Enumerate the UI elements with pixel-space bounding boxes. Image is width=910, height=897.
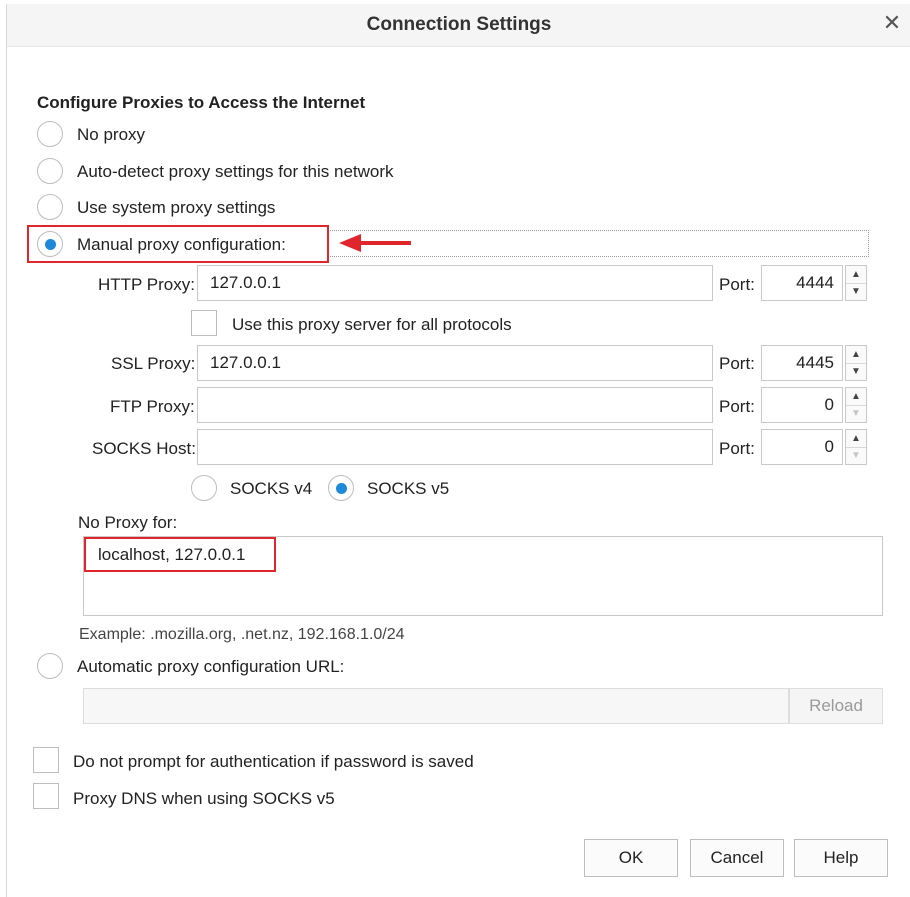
http-proxy-input[interactable]: 127.0.0.1 xyxy=(197,265,713,301)
spin-down-icon[interactable]: ▼ xyxy=(846,283,866,300)
ssl-port-input[interactable]: 4445 xyxy=(761,345,843,381)
socks-v4-radio[interactable] xyxy=(191,475,217,501)
socks-host-input[interactable] xyxy=(197,429,713,465)
ssl-proxy-input[interactable]: 127.0.0.1 xyxy=(197,345,713,381)
spin-up-icon[interactable]: ▲ xyxy=(846,388,866,406)
no-prompt-auth-label[interactable]: Do not prompt for authentication if pass… xyxy=(73,752,474,772)
no-proxy-for-label: No Proxy for: xyxy=(78,513,178,532)
ftp-port-label: Port: xyxy=(719,397,755,416)
no-prompt-auth-checkbox[interactable] xyxy=(33,747,59,773)
http-port-label: Port: xyxy=(719,275,755,294)
no-proxy-radio[interactable] xyxy=(37,121,63,147)
ssl-proxy-label: SSL Proxy: xyxy=(111,354,196,373)
socks-host-label: SOCKS Host: xyxy=(92,439,196,458)
reload-button[interactable]: Reload xyxy=(789,688,883,724)
auto-detect-label[interactable]: Auto-detect proxy settings for this netw… xyxy=(77,162,394,182)
use-for-all-label[interactable]: Use this proxy server for all protocols xyxy=(232,315,512,335)
socks-port-spinner[interactable]: ▲ ▼ xyxy=(845,429,867,465)
ftp-port-spinner[interactable]: ▲ ▼ xyxy=(845,387,867,423)
close-icon[interactable]: ✕ xyxy=(881,12,903,34)
socks-port-label: Port: xyxy=(719,439,755,458)
title-bar: Connection Settings ✕ xyxy=(7,4,910,47)
manual-proxy-annotation-box xyxy=(27,225,329,263)
help-button[interactable]: Help xyxy=(794,839,888,877)
ftp-port-input[interactable]: 0 xyxy=(761,387,843,423)
spin-up-icon[interactable]: ▲ xyxy=(846,266,866,284)
ssl-port-spinner[interactable]: ▲ ▼ xyxy=(845,345,867,381)
no-proxy-label[interactable]: No proxy xyxy=(77,125,145,145)
http-proxy-label: HTTP Proxy: xyxy=(98,275,195,294)
annotation-arrow-icon xyxy=(339,234,411,252)
proxy-dns-label[interactable]: Proxy DNS when using SOCKS v5 xyxy=(73,789,335,809)
socks-v5-label[interactable]: SOCKS v5 xyxy=(367,479,449,499)
ftp-proxy-label: FTP Proxy: xyxy=(110,397,195,416)
socks-v4-label[interactable]: SOCKS v4 xyxy=(230,479,312,499)
use-for-all-checkbox[interactable] xyxy=(191,310,217,336)
spin-down-icon[interactable]: ▼ xyxy=(846,405,866,422)
auto-config-radio[interactable] xyxy=(37,653,63,679)
socks-v5-radio[interactable] xyxy=(328,475,354,501)
spin-down-icon[interactable]: ▼ xyxy=(846,447,866,464)
system-proxy-label[interactable]: Use system proxy settings xyxy=(77,198,275,218)
no-proxy-example: Example: .mozilla.org, .net.nz, 192.168.… xyxy=(79,626,405,643)
ssl-port-label: Port: xyxy=(719,354,755,373)
auto-config-url-input[interactable] xyxy=(83,688,789,724)
http-port-input[interactable]: 4444 xyxy=(761,265,843,301)
system-proxy-radio[interactable] xyxy=(37,194,63,220)
http-port-spinner[interactable]: ▲ ▼ xyxy=(845,265,867,301)
section-heading: Configure Proxies to Access the Internet xyxy=(37,93,366,112)
spin-up-icon[interactable]: ▲ xyxy=(846,346,866,364)
spin-up-icon[interactable]: ▲ xyxy=(846,430,866,448)
proxy-dns-checkbox[interactable] xyxy=(33,783,59,809)
spin-down-icon[interactable]: ▼ xyxy=(846,363,866,380)
no-proxy-annotation-box xyxy=(84,537,276,572)
auto-config-label[interactable]: Automatic proxy configuration URL: xyxy=(77,657,344,677)
socks-port-input[interactable]: 0 xyxy=(761,429,843,465)
connection-settings-dialog: Connection Settings ✕ Configure Proxies … xyxy=(6,4,910,897)
auto-detect-radio[interactable] xyxy=(37,158,63,184)
ftp-proxy-input[interactable] xyxy=(197,387,713,423)
cancel-button[interactable]: Cancel xyxy=(690,839,784,877)
dialog-title: Connection Settings xyxy=(366,14,552,35)
ok-button[interactable]: OK xyxy=(584,839,678,877)
